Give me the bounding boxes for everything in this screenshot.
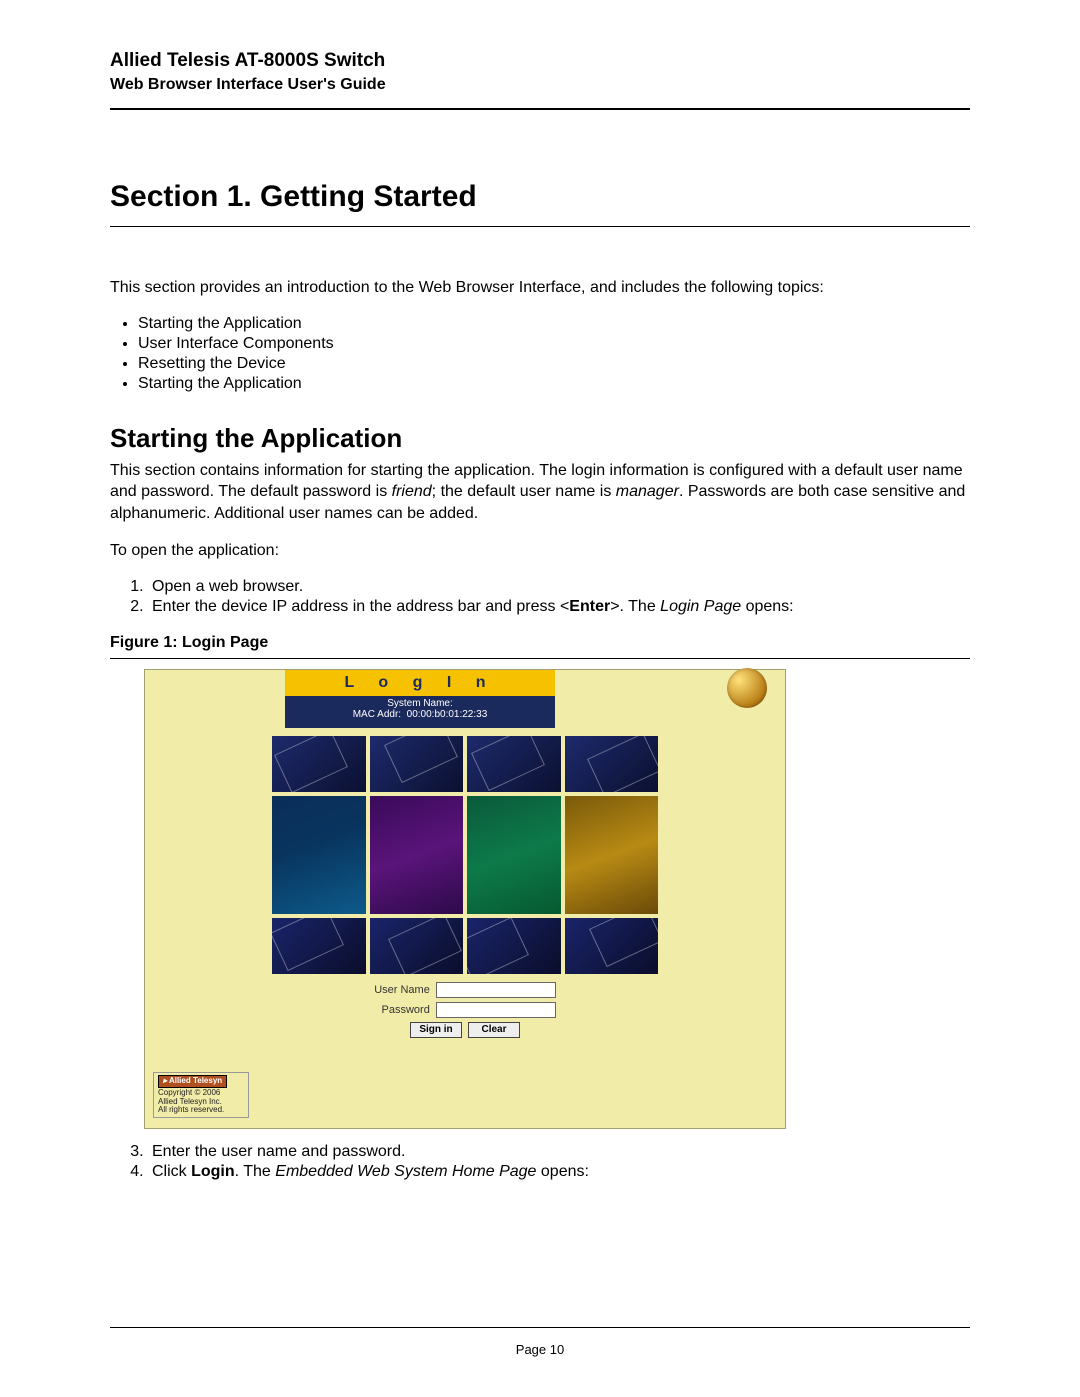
- figure-rule: [110, 658, 970, 659]
- subsection-title: Starting the Application: [110, 423, 970, 454]
- art-cell: [272, 918, 366, 974]
- section-title-rule: [110, 226, 970, 227]
- topic-item: Starting the Application: [138, 375, 970, 393]
- art-cell: [370, 736, 464, 792]
- globe-icon: [727, 668, 767, 708]
- art-shape: [587, 736, 658, 792]
- vendor-logo-label: Allied Telesyn: [169, 1076, 222, 1085]
- art-row: [270, 736, 660, 792]
- text: . The: [235, 1163, 276, 1180]
- subsection-paragraph: This section contains information for st…: [110, 460, 970, 525]
- topic-item: User Interface Components: [138, 335, 970, 353]
- system-name-label: System Name:: [387, 698, 453, 709]
- login-artwork: [270, 736, 660, 974]
- mac-label: MAC Addr:: [353, 709, 401, 720]
- topics-list: Starting the Application User Interface …: [138, 315, 970, 393]
- username-label: User Name: [374, 984, 430, 996]
- art-shape: [274, 736, 348, 792]
- password-input[interactable]: [436, 1002, 556, 1018]
- bold-text: Login: [191, 1163, 235, 1180]
- password-label: Password: [374, 1004, 430, 1016]
- italic-text: Embedded Web System Home Page: [275, 1163, 536, 1180]
- step-item: Enter the device IP address in the addre…: [148, 598, 970, 616]
- page-number: Page 10: [516, 1342, 564, 1357]
- rights-line: All rights reserved.: [158, 1105, 224, 1114]
- text: Click: [152, 1163, 191, 1180]
- art-shape: [467, 918, 529, 974]
- text: >. The: [610, 598, 660, 615]
- art-cell: [467, 736, 561, 792]
- doc-header-subtitle: Web Browser Interface User's Guide: [110, 76, 970, 94]
- art-cell: [467, 796, 561, 914]
- login-banner: L o g I n: [285, 670, 555, 696]
- clear-button[interactable]: Clear: [468, 1022, 520, 1038]
- intro-paragraph: This section provides an introduction to…: [110, 277, 970, 299]
- art-cell: [272, 796, 366, 914]
- italic-text: Login Page: [660, 598, 741, 615]
- italic-text: friend: [392, 483, 432, 500]
- page-footer: Page 10: [110, 1313, 970, 1357]
- login-info-strip: System Name: MAC Addr: 00:00:b0:01:22:33: [285, 696, 555, 728]
- header-rule: [110, 108, 970, 110]
- document-page: Allied Telesis AT-8000S Switch Web Brows…: [0, 0, 1080, 1397]
- section-title: Section 1. Getting Started: [110, 180, 970, 214]
- art-row: [270, 796, 660, 914]
- steps-list-2: Enter the user name and password. Click …: [128, 1143, 970, 1181]
- text: opens:: [741, 598, 793, 615]
- topic-item: Starting the Application: [138, 315, 970, 333]
- login-footer: ▸ Allied Telesyn Copyright © 2006 Allied…: [153, 1072, 249, 1118]
- doc-header-title: Allied Telesis AT-8000S Switch: [110, 50, 970, 72]
- step-item: Open a web browser.: [148, 578, 970, 596]
- art-cell: [565, 918, 659, 974]
- login-buttons: Sign in Clear: [145, 1022, 785, 1038]
- vendor-logo: ▸ Allied Telesyn: [158, 1075, 227, 1088]
- art-cell: [467, 918, 561, 974]
- art-cell: [370, 918, 464, 974]
- art-shape: [272, 918, 344, 971]
- login-banner-row: L o g I n: [145, 670, 785, 696]
- text: ; the default user name is: [432, 483, 616, 500]
- company-line: Allied Telesyn Inc.: [158, 1097, 222, 1106]
- art-cell: [565, 796, 659, 914]
- footer-rule: [110, 1327, 970, 1328]
- art-shape: [388, 918, 462, 974]
- art-cell: [565, 736, 659, 792]
- art-shape: [589, 918, 658, 967]
- step-item: Click Login. The Embedded Web System Hom…: [148, 1163, 970, 1181]
- login-footer-box: ▸ Allied Telesyn Copyright © 2006 Allied…: [153, 1072, 249, 1118]
- copyright-line: Copyright © 2006: [158, 1088, 220, 1097]
- italic-text: manager: [616, 483, 679, 500]
- text: Enter the device IP address in the addre…: [152, 598, 569, 615]
- signin-button[interactable]: Sign in: [410, 1022, 462, 1038]
- steps-list-1: Open a web browser. Enter the device IP …: [128, 578, 970, 616]
- text: opens:: [536, 1163, 588, 1180]
- art-cell: [272, 736, 366, 792]
- bold-text: Enter: [569, 598, 610, 615]
- login-page-figure: L o g I n System Name: MAC Addr: 00:00:b…: [144, 669, 786, 1129]
- to-open-line: To open the application:: [110, 540, 970, 562]
- topic-item: Resetting the Device: [138, 355, 970, 373]
- mac-value: 00:00:b0:01:22:33: [407, 709, 488, 720]
- art-cell: [370, 796, 464, 914]
- username-input[interactable]: [436, 982, 556, 998]
- art-shape: [471, 736, 545, 791]
- login-form: User Name Password: [145, 982, 785, 1018]
- figure-caption: Figure 1: Login Page: [110, 634, 970, 652]
- step-item: Enter the user name and password.: [148, 1143, 970, 1161]
- art-shape: [384, 736, 458, 783]
- art-row: [270, 918, 660, 974]
